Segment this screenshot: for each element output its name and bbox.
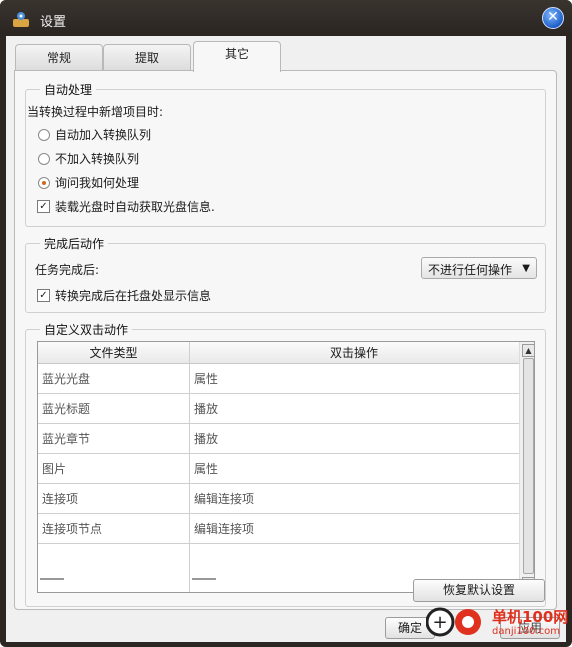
table-cell[interactable]: 编辑连接项 [190, 514, 519, 544]
dblclick-table: 文件类型 双击操作 蓝光光盘 属性 蓝光标题 播放 蓝光章节 播放 图片 属性 … [37, 341, 535, 593]
table-cell[interactable]: 连接项 [38, 484, 189, 514]
table-cell[interactable]: 连接项节点 [38, 514, 189, 544]
close-button[interactable]: ✕ [542, 7, 564, 29]
select-value: 不进行任何操作 [428, 263, 513, 277]
radio-no-add-label: 不加入转换队列 [55, 152, 140, 166]
scroll-up-arrow-icon[interactable]: ▲ [522, 344, 534, 357]
table-scrollbar[interactable]: ▲ ▼ [519, 342, 534, 592]
group-legend: 自动处理 [44, 83, 93, 97]
clipped-row-text [192, 578, 216, 588]
disc-info-checkbox[interactable]: ✓ [37, 200, 50, 213]
auto-process-prompt: 当转换过程中新增项目时: [27, 105, 164, 119]
table-cell[interactable]: 属性 [190, 454, 519, 484]
title-bar: 设置 ✕ [0, 0, 572, 36]
radio-ask-me[interactable] [38, 177, 50, 189]
tab-general[interactable]: 常规 [15, 44, 103, 71]
radio-auto-add[interactable] [38, 129, 50, 141]
column-header-file-type[interactable]: 文件类型 [38, 342, 189, 364]
scroll-thumb[interactable] [523, 358, 534, 574]
restore-defaults-button[interactable]: 恢复默认设置 [413, 579, 545, 602]
watermark-url: danji100.com [492, 626, 560, 637]
tab-label: 常规 [46, 51, 71, 65]
app-icon [13, 12, 29, 27]
group-legend: 完成后动作 [44, 237, 105, 251]
table-cell[interactable]: 蓝光标题 [38, 394, 189, 424]
settings-window: 设置 ✕ 常规 提取 其它 自动处理 当转换过程中新增项目时: 自动加入转换队列… [0, 0, 572, 647]
disc-info-label: 装载光盘时自动获取光盘信息. [55, 200, 215, 214]
clipped-row-text [40, 578, 64, 588]
after-complete-select[interactable]: 不进行任何操作 ▼ [421, 257, 537, 279]
tray-msg-checkbox[interactable]: ✓ [37, 289, 50, 302]
watermark-logo-icon: + [426, 607, 481, 637]
close-icon: ✕ [547, 9, 559, 25]
tab-page-other: 自动处理 当转换过程中新增项目时: 自动加入转换队列 不加入转换队列 询问我如何… [14, 70, 557, 610]
tray-msg-label: 转换完成后在托盘处显示信息 [55, 289, 212, 303]
window-title: 设置 [40, 15, 67, 30]
table-cell[interactable]: 属性 [190, 364, 519, 394]
table-cell[interactable]: 蓝光光盘 [38, 364, 189, 394]
chevron-down-icon: ▼ [522, 263, 530, 274]
after-complete-label: 任务完成后: [35, 263, 100, 277]
watermark-text: 单机100网 [492, 608, 569, 626]
dialog-body: 常规 提取 其它 自动处理 当转换过程中新增项目时: 自动加入转换队列 不加入转… [6, 36, 569, 642]
table-cell[interactable]: 图片 [38, 454, 189, 484]
check-icon: ✓ [39, 201, 48, 212]
group-legend: 自定义双击动作 [44, 323, 129, 337]
table-cell[interactable] [38, 544, 189, 574]
radio-ask-me-label: 询问我如何处理 [55, 176, 140, 190]
table-cell[interactable]: 编辑连接项 [190, 484, 519, 514]
check-icon: ✓ [39, 290, 48, 301]
tab-label: 其它 [224, 47, 249, 61]
table-cell[interactable]: 播放 [190, 394, 519, 424]
column-header-action[interactable]: 双击操作 [189, 342, 519, 364]
table-cell[interactable]: 蓝光章节 [38, 424, 189, 454]
radio-auto-add-label: 自动加入转换队列 [55, 128, 152, 142]
tab-extract[interactable]: 提取 [103, 44, 191, 71]
tab-label: 提取 [134, 51, 159, 65]
tab-other[interactable]: 其它 [193, 41, 281, 72]
table-cell[interactable] [190, 544, 519, 574]
svg-text:+: + [432, 612, 447, 633]
table-cell[interactable]: 播放 [190, 424, 519, 454]
radio-no-add[interactable] [38, 153, 50, 165]
